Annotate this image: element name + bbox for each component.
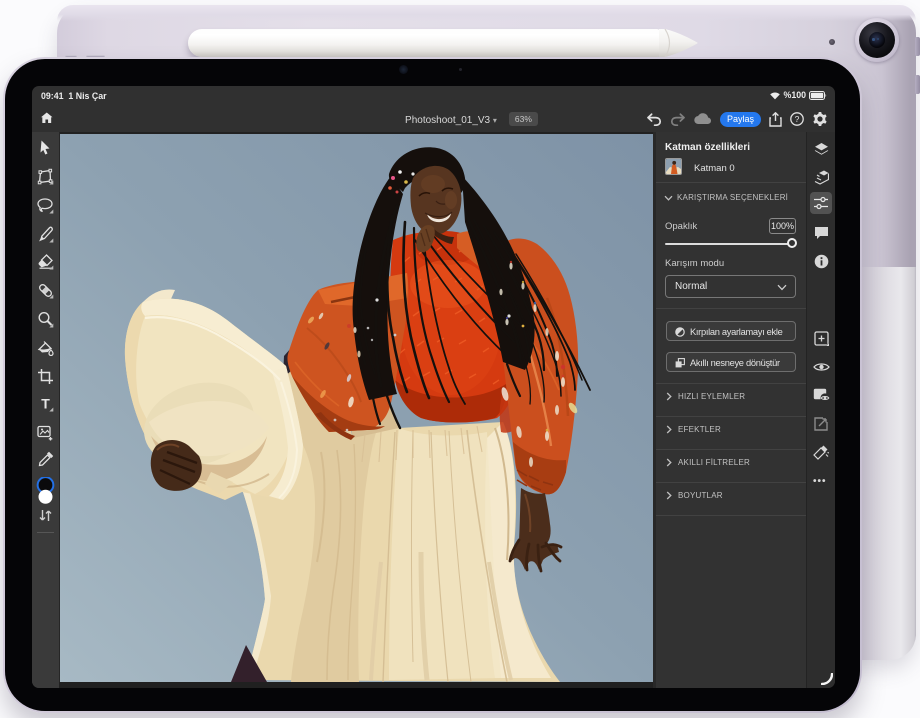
svg-text:?: ? <box>795 114 800 124</box>
svg-text:T: T <box>41 396 50 412</box>
